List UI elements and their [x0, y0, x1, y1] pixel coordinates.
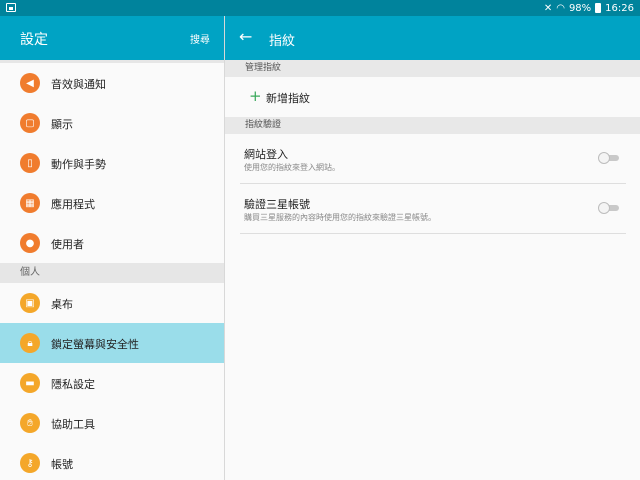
fingerprint-pane: 管理指紋 + 新增指紋 指紋驗證 網站登入 使用您的指紋來登入網站。 驗證三星帳…: [225, 60, 640, 480]
section-header-manage: 管理指紋: [225, 60, 640, 77]
display-icon: ▢: [20, 113, 40, 133]
section-header-verify: 指紋驗證: [225, 117, 640, 134]
samsung-account-row[interactable]: 驗證三星帳號 購買三星服務的內容時使用您的指紋來驗證三星帳號。: [240, 184, 626, 234]
add-fingerprint-button[interactable]: + 新增指紋: [225, 77, 640, 117]
battery-percent: 98%: [568, 2, 592, 14]
sidebar-item-display[interactable]: ▢ 顯示: [0, 103, 224, 143]
samsung-account-desc: 購買三星服務的內容時使用您的指紋來驗證三星帳號。: [244, 213, 436, 222]
sidebar-item-label: 應用程式: [51, 198, 95, 211]
sidebar-item-label: 協助工具: [51, 418, 95, 431]
toggle-knob: [598, 152, 610, 164]
battery-icon: [595, 3, 602, 13]
lock-icon: 🔒︎: [20, 333, 40, 353]
web-signin-title: 網站登入: [244, 148, 288, 161]
sidebar-item-label: 帳號: [51, 458, 73, 471]
sidebar-item-privacy[interactable]: ▬ 隱私設定: [0, 363, 224, 403]
samsung-account-title: 驗證三星帳號: [244, 198, 310, 211]
sidebar-item-label: 桌布: [51, 298, 73, 311]
samsung-account-toggle[interactable]: [598, 202, 620, 214]
privacy-icon: ▬: [20, 373, 40, 393]
section-header-personal: 個人: [0, 263, 224, 283]
sidebar-item-label: 音效與通知: [51, 78, 106, 91]
settings-sidebar: ◀ 音效與通知 ▢ 顯示 ▯ 動作與手勢 ▦ 應用程式 ● 使用者 個人 ▣ 桌…: [0, 60, 224, 480]
key-icon: ⚷: [20, 453, 40, 473]
settings-header: 設定 搜尋: [0, 16, 224, 60]
apps-icon: ▦: [20, 193, 40, 213]
sidebar-item-label: 鎖定螢幕與安全性: [51, 338, 139, 351]
back-arrow-icon[interactable]: ←: [239, 27, 252, 46]
sidebar-item-accounts[interactable]: ⚷ 帳號: [0, 443, 224, 480]
add-fingerprint-label: 新增指紋: [266, 92, 310, 105]
users-icon: ●: [20, 233, 40, 253]
toggle-knob: [598, 202, 610, 214]
web-signin-toggle[interactable]: [598, 152, 620, 164]
fingerprint-title: 指紋: [269, 34, 296, 49]
status-icons: ✕ ◠ 98% 16:26: [544, 1, 634, 15]
clock: 16:26: [605, 2, 634, 14]
fingerprint-header: ← 指紋: [225, 16, 640, 60]
sidebar-item-accessibility[interactable]: ✋︎ 協助工具: [0, 403, 224, 443]
web-signin-row[interactable]: 網站登入 使用您的指紋來登入網站。: [240, 134, 626, 184]
web-signin-desc: 使用您的指紋來登入網站。: [244, 163, 340, 172]
wallpaper-icon: ▣: [20, 293, 40, 313]
volume-icon: ◀: [20, 73, 40, 93]
sidebar-item-motions[interactable]: ▯ 動作與手勢: [0, 143, 224, 183]
sidebar-item-label: 顯示: [51, 118, 73, 131]
accessibility-icon: ✋︎: [20, 413, 40, 433]
motion-icon: ▯: [20, 153, 40, 173]
sidebar-item-lock-screen-security[interactable]: 🔒︎ 鎖定螢幕與安全性: [0, 323, 224, 363]
sidebar-item-label: 使用者: [51, 238, 84, 251]
sidebar-item-sound-notifications[interactable]: ◀ 音效與通知: [0, 63, 224, 103]
plus-icon: +: [249, 87, 262, 105]
sidebar-item-users[interactable]: ● 使用者: [0, 223, 224, 263]
screenshot-icon: [6, 3, 16, 12]
wifi-icon: ◠: [556, 2, 565, 14]
search-button[interactable]: 搜尋: [190, 31, 210, 46]
sidebar-item-label: 隱私設定: [51, 378, 95, 391]
sidebar-item-label: 動作與手勢: [51, 158, 106, 171]
mute-icon: ✕: [543, 2, 553, 14]
sidebar-item-wallpaper[interactable]: ▣ 桌布: [0, 283, 224, 323]
settings-title: 設定: [20, 32, 48, 48]
sidebar-item-apps[interactable]: ▦ 應用程式: [0, 183, 224, 223]
status-bar: ✕ ◠ 98% 16:26: [0, 0, 640, 16]
